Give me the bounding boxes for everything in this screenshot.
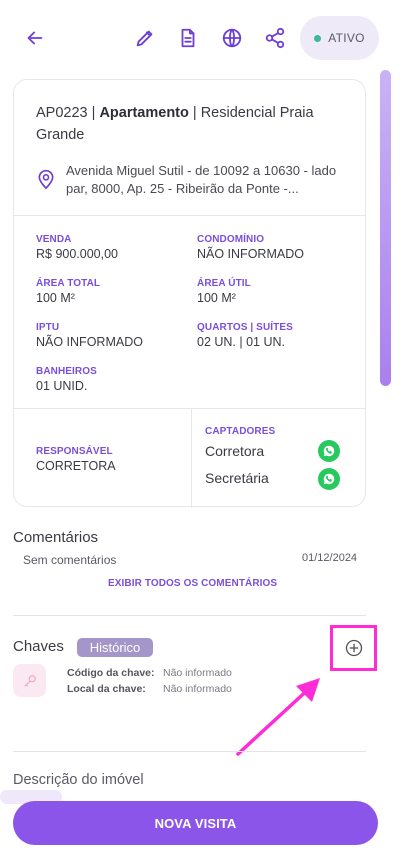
area-util-value: 100 M² (197, 291, 236, 305)
document-icon[interactable] (174, 24, 202, 52)
quartos-value: 02 UN. | 01 UN. (197, 335, 286, 349)
whatsapp-icon[interactable] (318, 468, 340, 490)
banheiros-value: 01 UNID. (36, 379, 88, 393)
divider (13, 751, 366, 752)
area-util-label: ÁREA ÚTIL (197, 278, 251, 289)
add-key-button[interactable] (330, 625, 377, 671)
venda-value: R$ 900.000,00 (36, 247, 119, 261)
responsavel-value: CORRETORA (36, 459, 116, 473)
property-type: Apartamento (99, 105, 189, 121)
globe-icon[interactable] (218, 24, 246, 52)
captador-name: Secretária (205, 470, 269, 486)
new-visit-button[interactable]: NOVA VISITA (13, 801, 378, 845)
divider-vertical (191, 409, 192, 508)
annotation-arrow (236, 678, 320, 756)
property-name-line2: Grande (36, 127, 85, 143)
key-location-value: Não informado (163, 683, 232, 695)
keys-title: Chaves (13, 638, 64, 655)
divider (14, 408, 365, 409)
key-location-label: Local da chave: (67, 683, 146, 695)
top-bar: ATIVO (0, 0, 402, 78)
comments-date: 01/12/2024 (302, 552, 358, 564)
pencil-icon[interactable] (131, 24, 159, 52)
condominio-label: CONDOMÍNIO (197, 234, 265, 245)
share-icon[interactable] (261, 24, 289, 52)
comments-title: Comentários (13, 529, 99, 546)
captador-name: Corretora (205, 443, 265, 459)
property-code: AP0223 (36, 105, 88, 121)
key-code-value: Não informado (163, 667, 232, 679)
property-name-line1: Residencial Praia (200, 105, 314, 121)
responsavel-label: RESPONSÁVEL (36, 446, 113, 457)
property-card: AP0223 | Apartamento | Residencial Praia… (13, 79, 366, 508)
iptu-label: IPTU (36, 322, 60, 333)
condominio-value: NÃO INFORMADO (197, 247, 304, 261)
area-total-label: ÁREA TOTAL (36, 278, 101, 289)
area-total-value: 100 M² (36, 291, 75, 305)
status-label: ATIVO (328, 31, 365, 45)
banheiros-label: BANHEIROS (36, 366, 97, 377)
back-arrow-icon[interactable] (21, 24, 49, 52)
status-dot-icon (314, 34, 322, 42)
quartos-label: QUARTOS | SUÍTES (197, 322, 293, 333)
divider (14, 215, 365, 216)
plus-circle-icon (345, 639, 362, 657)
comments-empty: Sem comentários (23, 553, 117, 567)
scrollbar[interactable] (380, 70, 391, 386)
key-icon (13, 664, 46, 697)
whatsapp-icon[interactable] (318, 440, 340, 462)
key-code-label: Código da chave: (67, 667, 155, 679)
show-all-comments-link[interactable]: EXIBIR TODOS OS COMENTÁRIOS (108, 578, 277, 589)
iptu-value: NÃO INFORMADO (36, 335, 143, 349)
location-pin-icon (38, 169, 54, 190)
history-badge[interactable]: Histórico (77, 638, 153, 657)
captadores-label: CAPTADORES (205, 426, 276, 437)
property-title: AP0223 | Apartamento | Residencial Praia… (36, 105, 314, 143)
divider (13, 615, 366, 616)
address-line2: par, 8000, Ap. 25 - Ribeirão da Ponte -.… (66, 181, 299, 196)
venda-label: VENDA (36, 234, 72, 245)
status-badge[interactable]: ATIVO (300, 16, 379, 60)
address-line1: Avenida Miguel Sutil - de 10092 a 10630 … (66, 163, 337, 178)
